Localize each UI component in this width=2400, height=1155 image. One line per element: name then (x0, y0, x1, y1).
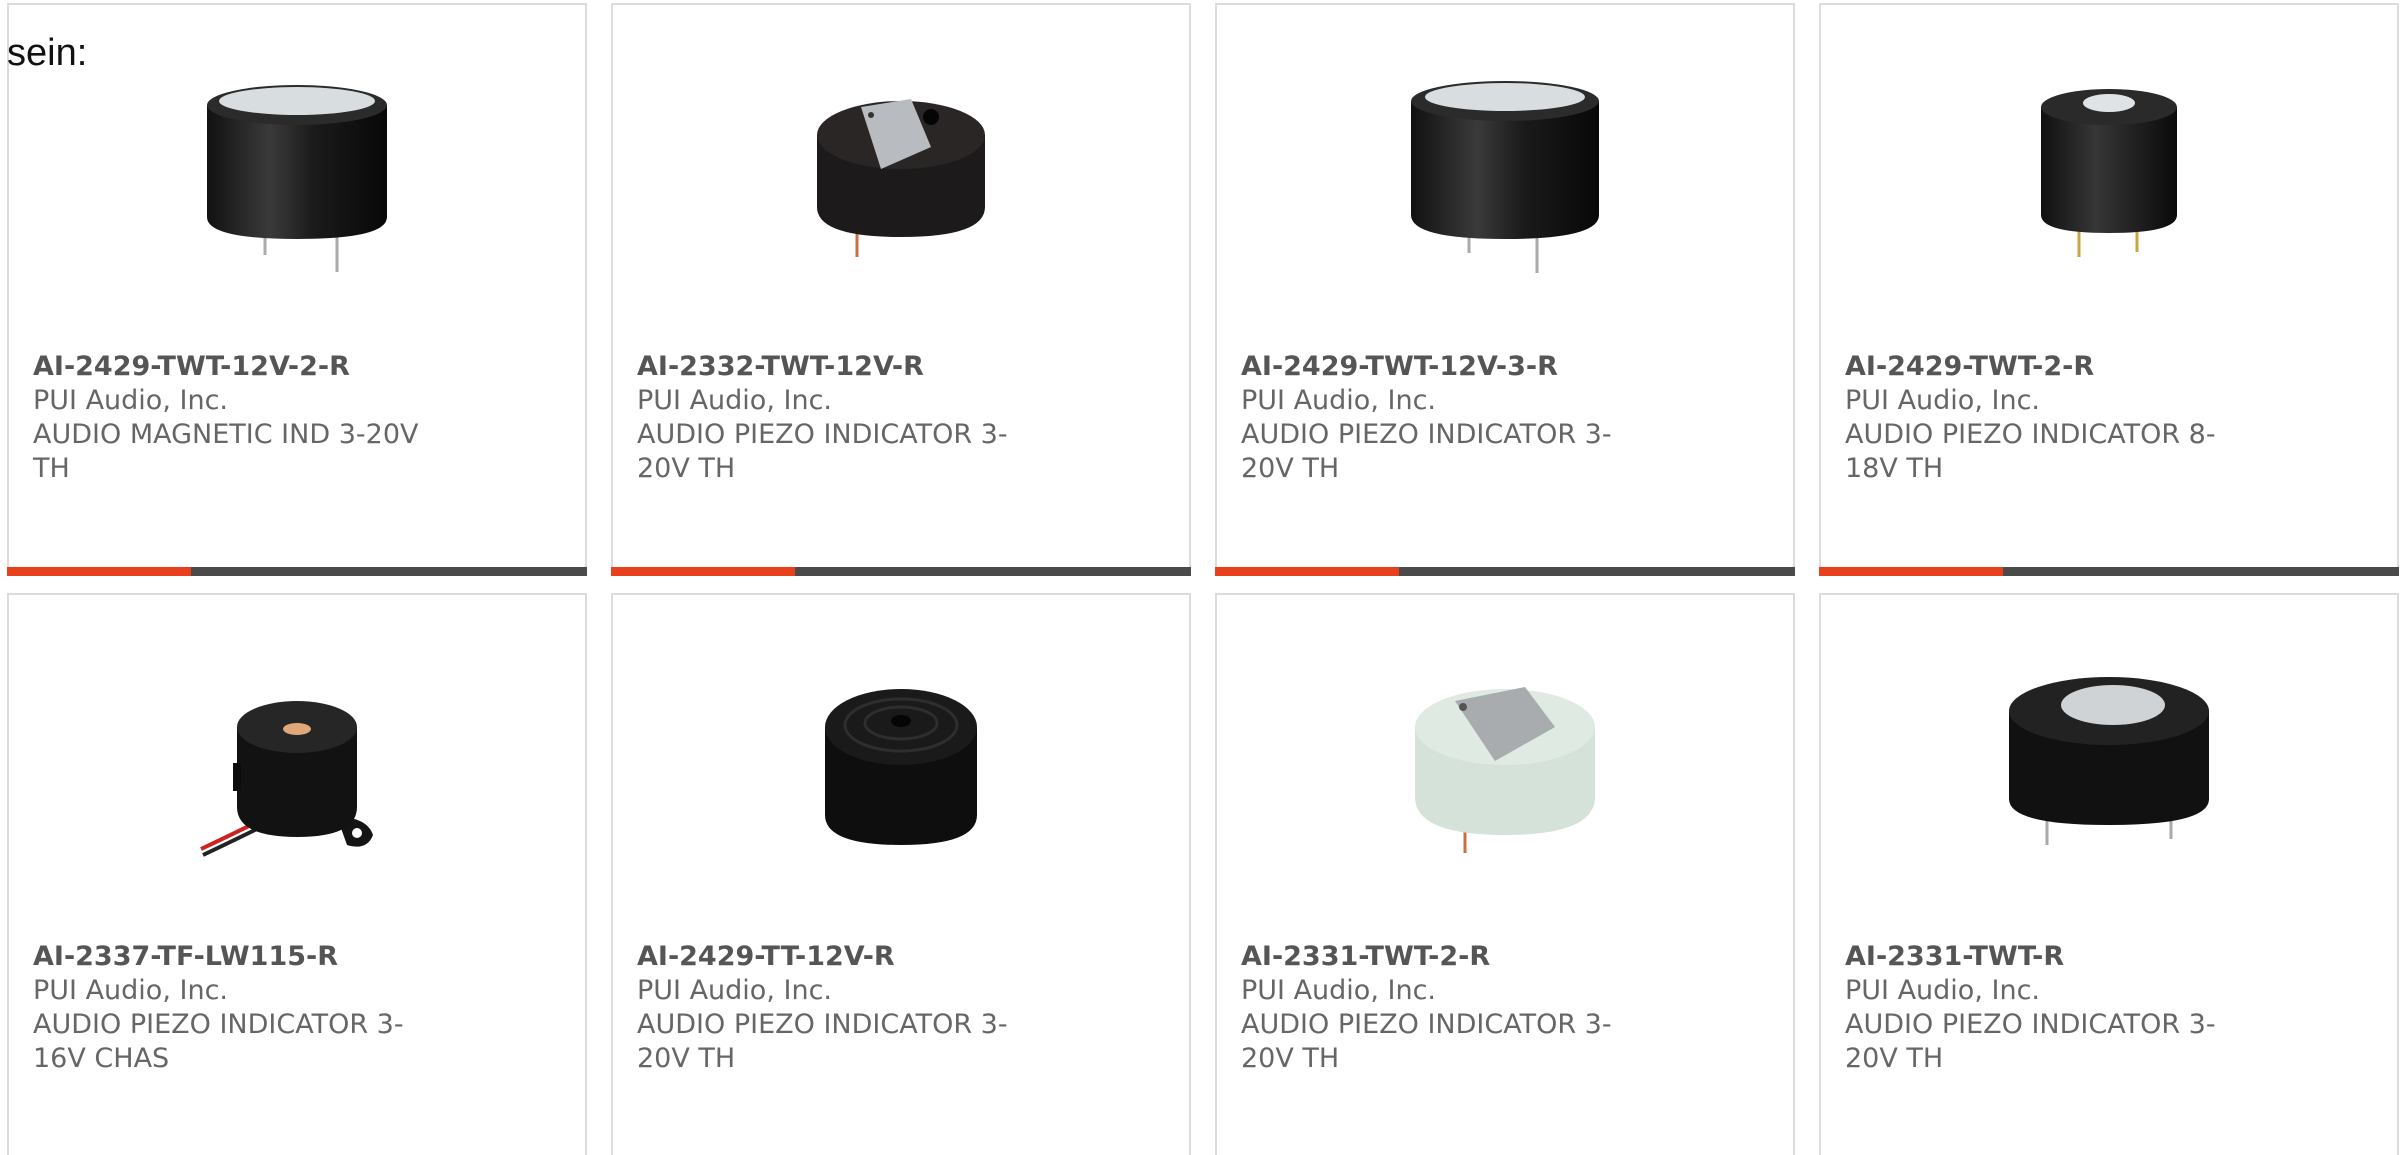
product-image[interactable] (1405, 77, 1605, 277)
product-card[interactable]: AI-2332-TWT-12V-R PUI Audio, Inc. AUDIO … (611, 3, 1191, 576)
part-number[interactable]: AI-2429-TWT-12V-2-R (33, 350, 350, 384)
buzzer-ribbed-black-image (825, 689, 977, 845)
part-number[interactable]: AI-2331-TWT-R (1845, 940, 2064, 974)
part-number[interactable]: AI-2429-TT-12V-R (637, 940, 895, 974)
buzzer-wide-black-image (2009, 677, 2209, 845)
part-number[interactable]: AI-2429-TWT-12V-3-R (1241, 350, 1558, 384)
buzzer-wired-flange-image (200, 701, 373, 857)
description: AUDIO MAGNETIC IND 3-20V TH (33, 419, 419, 484)
product-card[interactable]: AI-2331-TWT-2-R PUI Audio, Inc. AUDIO PI… (1215, 593, 1795, 1155)
card-bar-accent (1215, 567, 1399, 576)
buzzer-tall-black-image (207, 85, 387, 272)
buzzer-narrow-black-image (2041, 89, 2177, 257)
product-image[interactable] (197, 667, 397, 867)
manufacturer: PUI Audio, Inc. (33, 975, 228, 1006)
description: AUDIO PIEZO INDICATOR 3-20V TH (1241, 1009, 1612, 1074)
part-number[interactable]: AI-2429-TWT-2-R (1845, 350, 2094, 384)
card-bar (611, 567, 1191, 576)
manufacturer: PUI Audio, Inc. (1241, 385, 1436, 416)
manufacturer: PUI Audio, Inc. (1845, 385, 2040, 416)
card-bar (1215, 567, 1795, 576)
description: AUDIO PIEZO INDICATOR 3-20V TH (1845, 1009, 2216, 1074)
product-grid: AI-2429-TWT-12V-2-R PUI Audio, Inc. AUDI… (0, 0, 2400, 1155)
manufacturer: PUI Audio, Inc. (637, 385, 832, 416)
card-bar-accent (1819, 567, 2003, 576)
card-bar (7, 567, 587, 576)
part-number[interactable]: AI-2337-TF-LW115-R (33, 940, 338, 974)
product-card[interactable]: AI-2429-TWT-12V-3-R PUI Audio, Inc. AUDI… (1215, 3, 1795, 576)
card-bar (1819, 567, 2399, 576)
buzzer-tall-black-image (1411, 81, 1599, 273)
manufacturer: PUI Audio, Inc. (1241, 975, 1436, 1006)
description: AUDIO PIEZO INDICATOR 8-18V TH (1845, 419, 2216, 484)
description: AUDIO PIEZO INDICATOR 3-20V TH (637, 1009, 1008, 1074)
manufacturer: PUI Audio, Inc. (1845, 975, 2040, 1006)
description: AUDIO PIEZO INDICATOR 3-16V CHAS (33, 1009, 404, 1074)
product-card[interactable]: AI-2429-TT-12V-R PUI Audio, Inc. AUDIO P… (611, 593, 1191, 1155)
manufacturer: PUI Audio, Inc. (637, 975, 832, 1006)
product-image[interactable] (801, 667, 1001, 867)
product-image[interactable] (1405, 667, 1605, 867)
buzzer-mint-image (1415, 687, 1595, 853)
manufacturer: PUI Audio, Inc. (33, 385, 228, 416)
card-bar-accent (7, 567, 191, 576)
product-image[interactable] (197, 77, 397, 277)
part-number[interactable]: AI-2332-TWT-12V-R (637, 350, 924, 384)
part-number[interactable]: AI-2331-TWT-2-R (1241, 940, 1490, 974)
description: AUDIO PIEZO INDICATOR 3-20V TH (1241, 419, 1612, 484)
card-bar-accent (611, 567, 795, 576)
product-card[interactable]: AI-2337-TF-LW115-R PUI Audio, Inc. AUDIO… (7, 593, 587, 1155)
buzzer-textured-black-image (817, 99, 985, 257)
product-card[interactable]: AI-2429-TWT-2-R PUI Audio, Inc. AUDIO PI… (1819, 3, 2399, 576)
product-image[interactable] (2009, 77, 2209, 277)
intro-text: sein: (7, 32, 88, 74)
product-image[interactable] (801, 77, 1001, 277)
product-card[interactable]: AI-2331-TWT-R PUI Audio, Inc. AUDIO PIEZ… (1819, 593, 2399, 1155)
product-card[interactable]: AI-2429-TWT-12V-2-R PUI Audio, Inc. AUDI… (7, 3, 587, 576)
description: AUDIO PIEZO INDICATOR 3-20V TH (637, 419, 1008, 484)
product-image[interactable] (2009, 667, 2209, 867)
